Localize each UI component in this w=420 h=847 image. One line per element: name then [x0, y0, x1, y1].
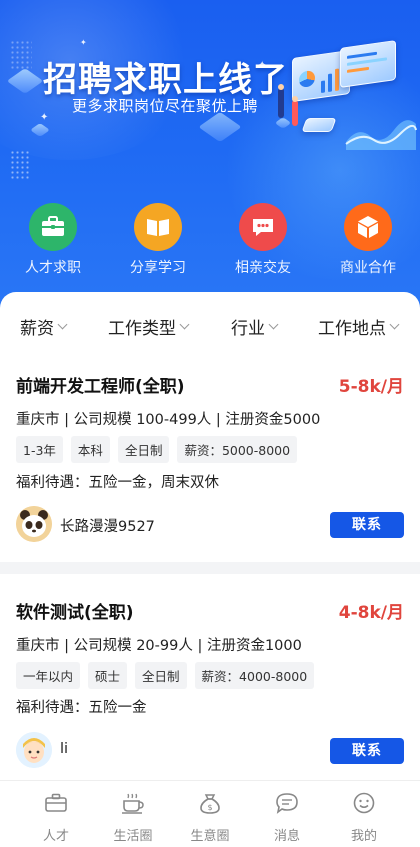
job-benefits: 福利待遇：五险一金，周末双休	[16, 475, 219, 491]
job-card[interactable]: 前端开发工程师(全职) 5-8k/月 重庆市 | 公司规模 100-499人 |…	[0, 356, 420, 562]
job-salary: 4-8k/月	[338, 603, 404, 623]
company-info: 重庆市 | 公司规模 100-499人 | 注册资金5000	[16, 412, 321, 428]
chevron-down-icon	[389, 319, 400, 330]
briefcase-icon	[45, 793, 67, 812]
job-tag: 硕士	[88, 662, 128, 689]
category-business[interactable]: 商业合作	[326, 203, 410, 277]
job-tag: 全日制	[135, 662, 187, 689]
banner-dots	[10, 40, 32, 70]
money-bag-icon: $	[200, 794, 220, 814]
pie-chart-icon	[299, 69, 315, 89]
coffee-icon	[122, 793, 144, 814]
book-icon	[134, 203, 182, 251]
tab-business-circle[interactable]: $ 生意圈	[175, 791, 245, 844]
wave-chart-icon	[345, 120, 417, 150]
chevron-down-icon	[57, 319, 68, 330]
category-label: 商业合作	[340, 260, 396, 276]
filter-location[interactable]: 工作地点	[318, 314, 400, 339]
job-tag: 薪资：5000-8000	[177, 436, 298, 463]
filter-label: 薪资	[20, 319, 54, 339]
banner-dots	[10, 150, 30, 180]
job-tag: 一年以内	[16, 662, 81, 689]
tab-label: 生意圈	[190, 829, 230, 844]
user-avatar[interactable]	[16, 506, 52, 542]
filter-label: 工作类型	[108, 319, 176, 339]
banner-title: 招聘求职上线了	[43, 60, 288, 100]
recruitment-illustration	[270, 40, 420, 154]
cube-icon	[344, 203, 392, 251]
job-tag: 全日制	[117, 436, 170, 463]
banner-subtitle: 更多求职岗位尽在聚优上聘	[72, 97, 259, 115]
sparkle-icon: ✦	[40, 112, 49, 123]
tab-talent[interactable]: 人才	[21, 791, 91, 844]
cartoon-avatar-icon	[16, 732, 52, 768]
chevron-down-icon	[268, 319, 279, 330]
job-tag: 本科	[70, 436, 110, 463]
panda-avatar-icon	[16, 506, 52, 542]
filter-salary[interactable]: 薪资	[20, 314, 68, 339]
tab-mine[interactable]: 我的	[329, 791, 399, 844]
category-menu: 人才求职 分享学习 相亲交友 商业合作	[0, 203, 420, 283]
user-name: 长路漫漫9527	[60, 519, 155, 535]
tab-messages[interactable]: 消息	[252, 791, 322, 844]
person-figure	[292, 100, 298, 126]
job-tag: 1-3年	[16, 436, 63, 463]
category-label: 相亲交友	[235, 260, 291, 276]
category-label: 人才求职	[25, 260, 81, 276]
tab-label: 我的	[350, 829, 377, 844]
job-tag: 薪资：4000-8000	[194, 662, 315, 689]
job-tags: 一年以内 硕士 全日制 薪资：4000-8000	[16, 662, 315, 689]
bottom-tab-bar: 人才 生活圈 $ 生意圈 消息 我的	[0, 780, 420, 847]
tab-label: 消息	[273, 829, 300, 844]
chevron-down-icon	[179, 319, 190, 330]
filter-label: 工作地点	[318, 319, 386, 339]
job-title: 前端开发工程师(全职)	[16, 377, 185, 397]
user-name: li	[60, 741, 69, 757]
divider	[0, 562, 420, 574]
category-share-learn[interactable]: 分享学习	[116, 203, 200, 277]
document-card	[301, 118, 337, 132]
tab-label: 人才	[42, 829, 69, 844]
filter-label: 行业	[231, 319, 265, 339]
company-info: 重庆市 | 公司规模 20-99人 | 注册资金1000	[16, 638, 302, 654]
job-tags: 1-3年 本科 全日制 薪资：5000-8000	[16, 436, 298, 463]
dashboard-screen	[340, 40, 396, 88]
filter-job-type[interactable]: 工作类型	[108, 314, 190, 339]
message-icon	[276, 793, 298, 814]
contact-button[interactable]: 联系	[330, 512, 404, 538]
tab-label: 生活圈	[113, 829, 153, 844]
category-talent-jobs[interactable]: 人才求职	[11, 203, 95, 277]
person-figure	[278, 88, 284, 118]
job-salary: 5-8k/月	[338, 377, 404, 397]
svg-text:$: $	[207, 803, 212, 812]
chat-icon	[239, 203, 287, 251]
user-avatar[interactable]	[16, 732, 52, 768]
category-dating[interactable]: 相亲交友	[221, 203, 305, 277]
smile-icon	[353, 792, 375, 814]
briefcase-icon	[29, 203, 77, 251]
tab-life-circle[interactable]: 生活圈	[98, 791, 168, 844]
sparkle-icon: ✦	[80, 38, 87, 47]
job-benefits: 福利待遇：五险一金	[16, 700, 147, 716]
filter-industry[interactable]: 行业	[231, 314, 279, 339]
job-card[interactable]: 软件测试(全职) 4-8k/月 重庆市 | 公司规模 20-99人 | 注册资金…	[0, 574, 420, 782]
job-list-panel: 薪资 工作类型 行业 工作地点 前端开发工程师(全职) 5-8k/月 重庆市 |…	[0, 292, 420, 782]
filter-bar: 薪资 工作类型 行业 工作地点	[0, 292, 420, 356]
contact-button[interactable]: 联系	[330, 738, 404, 764]
job-title: 软件测试(全职)	[16, 603, 134, 623]
category-label: 分享学习	[130, 260, 186, 276]
